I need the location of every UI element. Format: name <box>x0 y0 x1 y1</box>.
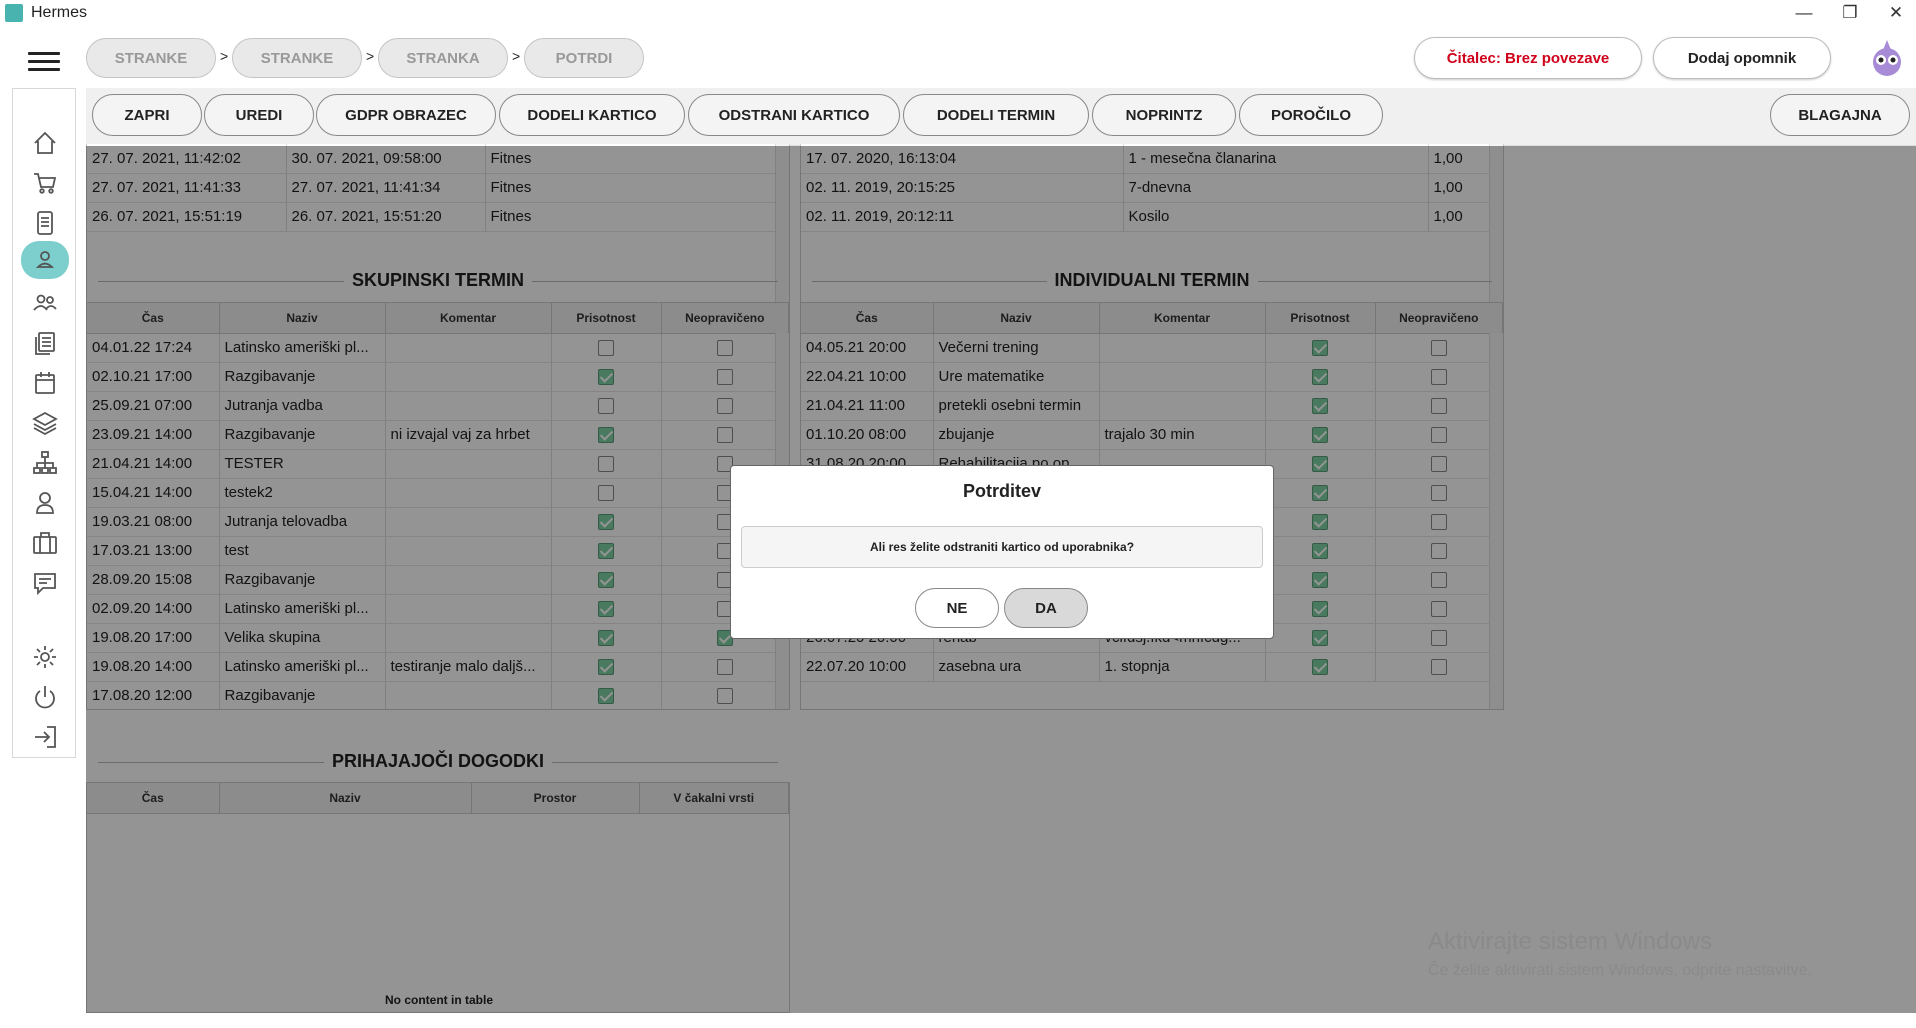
noprintz-button[interactable]: NOPRINTZ <box>1092 94 1236 136</box>
breadcrumb-stranke-2[interactable]: STRANKE <box>232 38 362 78</box>
calendar-icon[interactable] <box>27 365 63 401</box>
app-logo-icon <box>5 4 23 22</box>
no-button[interactable]: NE <box>915 588 999 628</box>
dialog-title: Potrditev <box>962 481 1041 501</box>
list-icon[interactable] <box>27 325 63 361</box>
breadcrumb-separator: > <box>512 48 521 64</box>
document-icon[interactable] <box>27 205 63 241</box>
breadcrumb-separator: > <box>220 48 229 64</box>
layers-icon[interactable] <box>27 405 63 441</box>
breadcrumb-stranke-1[interactable]: STRANKE <box>86 38 216 78</box>
menu-icon[interactable] <box>28 52 60 74</box>
minimize-button[interactable]: — <box>1781 0 1827 26</box>
title-bar: Hermes — ❐ ✕ <box>0 0 1916 26</box>
cart-icon[interactable] <box>27 165 63 201</box>
edit-button[interactable]: UREDI <box>204 94 314 136</box>
toolbar: ZAPRI UREDI GDPR OBRAZEC DODELI KARTICO … <box>86 88 1916 146</box>
users-icon[interactable] <box>27 285 63 321</box>
close-button[interactable]: ZAPRI <box>92 94 202 136</box>
power-icon[interactable] <box>27 679 63 715</box>
assign-term-button[interactable]: DODELI TERMIN <box>903 94 1089 136</box>
add-reminder-button[interactable]: Dodaj opomnik <box>1653 37 1831 79</box>
windows-activation-watermark: Aktivirajte sistem Windows <box>1428 928 1713 955</box>
confirm-dialog: Potrditev Ali res želite odstraniti kart… <box>730 465 1274 639</box>
avatar[interactable] <box>1867 36 1907 80</box>
breadcrumb-potrdi[interactable]: POTRDI <box>524 38 644 78</box>
hand-icon[interactable] <box>27 485 63 521</box>
logout-icon[interactable] <box>27 719 63 755</box>
dialog-message: Ali res želite odstraniti kartico od upo… <box>741 526 1263 568</box>
breadcrumb-stranka[interactable]: STRANKA <box>378 38 508 78</box>
maximize-button[interactable]: ❐ <box>1827 0 1873 26</box>
yes-button[interactable]: DA <box>1004 588 1088 628</box>
gear-icon[interactable] <box>27 639 63 675</box>
briefcase-icon[interactable] <box>27 525 63 561</box>
report-button[interactable]: POROČILO <box>1239 94 1383 136</box>
window-title: Hermes <box>31 4 88 21</box>
cash-register-button[interactable]: BLAGAJNA <box>1770 94 1910 136</box>
reader-status-button[interactable]: Čitalec: Brez povezave <box>1414 37 1642 79</box>
assign-card-button[interactable]: DODELI KARTICO <box>499 94 685 136</box>
gdpr-form-button[interactable]: GDPR OBRAZEC <box>316 94 496 136</box>
chat-icon[interactable] <box>27 565 63 601</box>
sidebar <box>12 88 76 758</box>
breadcrumb-separator: > <box>366 48 375 64</box>
remove-card-button[interactable]: ODSTRANI KARTICO <box>688 94 900 136</box>
user-icon[interactable] <box>21 241 69 279</box>
close-window-button[interactable]: ✕ <box>1873 0 1916 26</box>
windows-activation-hint: Če želite aktivirati sistem Windows, odp… <box>1428 962 1813 979</box>
network-icon[interactable] <box>27 445 63 481</box>
home-icon[interactable] <box>27 125 63 161</box>
